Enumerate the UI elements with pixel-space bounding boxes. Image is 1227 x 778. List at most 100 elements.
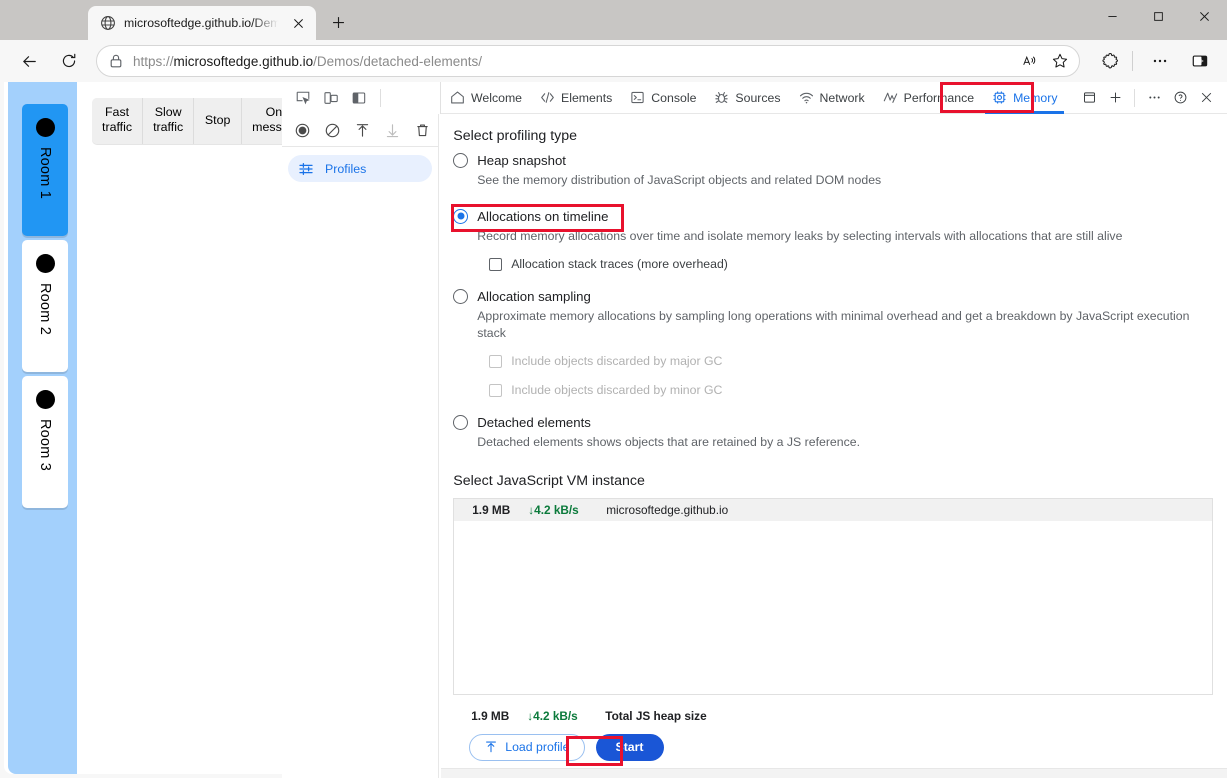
code-brackets-icon	[540, 90, 555, 105]
total-heap-label: Total JS heap size	[605, 708, 707, 723]
upload-icon	[484, 740, 498, 754]
help-icon[interactable]	[1167, 85, 1193, 111]
checkbox-minor-gc	[489, 383, 503, 397]
customize-devtools-icon[interactable]	[1141, 85, 1167, 111]
close-icon[interactable]	[1181, 0, 1227, 32]
devtools-action-separator	[1134, 88, 1135, 107]
toolbar-actions	[1088, 44, 1227, 78]
settings-more-icon[interactable]	[1143, 44, 1177, 78]
wifi-icon	[799, 90, 814, 105]
suboption-minor-gc: Include objects discarded by minor GC	[489, 383, 1213, 397]
browser-window: microsoftedge.github.io/Demos/d	[0, 0, 1227, 778]
vm-instance-list[interactable]: 1.9 MB ↓4.2 kB/s microsoftedge.github.io	[453, 497, 1213, 695]
new-tab-button[interactable]	[322, 6, 354, 38]
room-button-1[interactable]: Room 1	[22, 104, 68, 236]
url-host: microsoftedge.github.io	[173, 53, 314, 69]
read-aloud-icon[interactable]	[1015, 47, 1045, 75]
tab-label: Sources	[735, 90, 781, 105]
device-toolbar-icon[interactable]	[318, 85, 344, 111]
sidebar-item-label: Profiles	[325, 161, 367, 176]
room-button-3[interactable]: Room 3	[22, 376, 68, 508]
vm-instance-heading: Select JavaScript VM instance	[453, 472, 645, 489]
url-path: /Demos/detached-elements/	[313, 53, 482, 69]
radio-heap-snapshot[interactable]	[453, 153, 469, 168]
suboption-allocation-stack-traces[interactable]: Allocation stack traces (more overhead)	[489, 257, 1213, 271]
vm-rate: ↓4.2 kB/s	[528, 502, 579, 517]
content-area: Room 1 Room 2 Room 3 Fast traffic Slow t…	[0, 82, 1227, 778]
load-profile-button[interactable]: Load profile	[469, 733, 585, 761]
minimize-icon[interactable]	[1089, 0, 1135, 32]
total-heap-row: 1.9 MB ↓4.2 kB/s Total JS heap size	[471, 709, 1213, 723]
address-bar[interactable]: https://microsoftedge.github.io/Demos/de…	[96, 45, 1080, 77]
devtools-panel: Welcome Elements Console Sources Network…	[282, 82, 1227, 778]
checkbox-allocation-stack-traces[interactable]	[489, 257, 503, 271]
option-description: Detached elements shows objects that are…	[477, 435, 861, 450]
option-label: Allocations on timeline	[477, 208, 609, 224]
refresh-button[interactable]	[52, 44, 86, 78]
globe-icon	[100, 15, 116, 31]
devtools-sidebar: Profiles	[282, 114, 440, 778]
room-button-2[interactable]: Room 2	[22, 240, 68, 372]
option-detached-elements[interactable]: Detached elements Detached elements show…	[453, 415, 1213, 451]
tab-label: Elements	[561, 90, 613, 105]
close-devtools-icon[interactable]	[1193, 85, 1219, 111]
radio-detached-elements[interactable]	[453, 415, 469, 431]
tab-welcome[interactable]: Welcome	[441, 82, 531, 114]
room-dot-icon	[35, 390, 55, 409]
suboption-label: Allocation stack traces (more overhead)	[511, 257, 728, 272]
fast-traffic-button[interactable]: Fast traffic	[92, 98, 144, 145]
load-profile-icon[interactable]	[350, 118, 374, 142]
more-tabs-plus-icon[interactable]	[1102, 85, 1128, 111]
browser-tab[interactable]: microsoftedge.github.io/Demos/d	[88, 6, 316, 40]
tab-performance[interactable]: Performance	[874, 82, 983, 114]
devtools-status-strip	[441, 768, 1227, 778]
total-rate: ↓4.2 kB/s	[527, 708, 578, 723]
start-button[interactable]: Start	[595, 733, 664, 761]
slow-traffic-button[interactable]: Slow traffic	[143, 98, 195, 145]
option-label: Allocation sampling	[477, 289, 591, 305]
dock-side-icon[interactable]	[346, 85, 372, 111]
vm-instance-row[interactable]: 1.9 MB ↓4.2 kB/s microsoftedge.github.io	[454, 498, 1212, 521]
sidebar-item-profiles[interactable]: Profiles	[288, 155, 433, 182]
radio-allocation-sampling[interactable]	[453, 289, 469, 305]
room-label: Room 1	[37, 147, 53, 199]
option-allocations-on-timeline[interactable]: Allocations on timeline Record memory al…	[453, 208, 1213, 271]
option-description: See the memory distribution of JavaScrip…	[477, 173, 882, 187]
tab-label: Welcome	[471, 90, 523, 105]
tab-console[interactable]: Console	[621, 82, 705, 114]
memory-profiling-pane: Select profiling type Heap snapshot See …	[439, 114, 1227, 778]
devtools-left-icons	[282, 82, 387, 114]
tab-memory[interactable]: Memory	[983, 82, 1066, 114]
room-dot-icon	[35, 254, 55, 273]
option-heap-snapshot[interactable]: Heap snapshot See the memory distributio…	[453, 153, 1213, 189]
tab-label: Performance	[903, 90, 975, 105]
close-tab-icon[interactable]	[288, 13, 308, 33]
tab-elements[interactable]: Elements	[531, 82, 621, 114]
option-allocation-sampling[interactable]: Allocation sampling Approximate memory a…	[453, 289, 1213, 397]
url-scheme: https://	[133, 53, 174, 69]
delete-icon[interactable]	[410, 118, 434, 142]
browser-toolbar: https://microsoftedge.github.io/Demos/de…	[0, 40, 1227, 82]
sliders-icon	[298, 161, 314, 177]
sidebar-icon[interactable]	[1183, 44, 1217, 78]
profiling-type-heading: Select profiling type	[453, 128, 578, 144]
tab-network[interactable]: Network	[790, 82, 874, 114]
devtools-tab-bar: Welcome Elements Console Sources Network…	[282, 82, 1227, 114]
traffic-controls: Fast traffic Slow traffic Stop One messa…	[92, 98, 313, 145]
tab-sources[interactable]: Sources	[705, 82, 789, 114]
toolbar-separator	[1132, 51, 1133, 71]
inspect-element-icon[interactable]	[290, 85, 316, 111]
extensions-icon[interactable]	[1094, 44, 1128, 78]
devtools-tab-actions	[1076, 85, 1227, 111]
suboption-major-gc: Include objects discarded by major GC	[489, 354, 1213, 368]
favorite-star-icon[interactable]	[1045, 47, 1075, 75]
window-controls	[1089, 0, 1227, 32]
back-button[interactable]	[12, 44, 46, 78]
maximize-icon[interactable]	[1135, 0, 1181, 32]
focus-mode-icon[interactable]	[1076, 85, 1102, 111]
stop-button[interactable]: Stop	[194, 98, 243, 145]
pulse-icon	[883, 90, 898, 105]
clear-icon[interactable]	[320, 118, 344, 142]
record-icon[interactable]	[290, 118, 314, 142]
radio-allocations-on-timeline[interactable]	[453, 208, 469, 224]
